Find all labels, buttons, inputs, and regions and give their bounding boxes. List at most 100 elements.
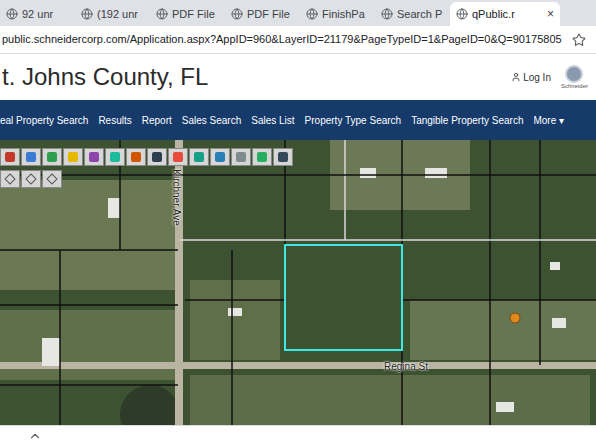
browser-tab[interactable]: qPublic.r × (450, 2, 560, 26)
nav-item[interactable]: Results (98, 113, 131, 128)
address-bar: public.schneidercorp.com/Application.asp… (0, 26, 596, 54)
street-label: Kirchner Ave (169, 169, 184, 226)
map-tool-button[interactable] (105, 148, 125, 166)
favicon-icon (81, 8, 93, 20)
address-field[interactable]: public.schneidercorp.com/Application.asp… (0, 31, 572, 48)
tab-close[interactable]: × (547, 5, 554, 23)
tool-icon (236, 152, 246, 162)
tool-icon (257, 152, 267, 162)
tool-icon (131, 152, 141, 162)
building (108, 198, 120, 218)
nav-item[interactable]: Tangible Property Search (411, 113, 523, 128)
tool-icon (25, 173, 36, 184)
logo-icon (565, 65, 583, 83)
browser-tab[interactable]: (192 unr (75, 2, 149, 26)
nav-item[interactable]: eal Property Search (0, 113, 88, 128)
tool-icon (26, 152, 36, 162)
building (360, 168, 376, 178)
bottom-bar (0, 425, 596, 446)
browser-tab[interactable]: PDF File (225, 2, 299, 26)
tool-icon (173, 152, 183, 162)
favicon-icon (381, 8, 393, 20)
tab-label: (192 unr (97, 6, 138, 23)
map-area: Kirchner Ave Regina St (0, 140, 596, 425)
favicon-icon (306, 8, 318, 20)
building (496, 402, 514, 412)
map-tool-button[interactable] (84, 148, 104, 166)
tool-icon (110, 152, 120, 162)
nav-item[interactable]: More ▾ (533, 113, 564, 128)
county-title: t. Johns County, FL (2, 59, 208, 95)
selected-parcel[interactable] (285, 245, 402, 350)
map-tool-button[interactable] (21, 148, 41, 166)
building (228, 308, 242, 316)
tool-icon (89, 152, 99, 162)
nav-item[interactable]: Sales Search (182, 113, 241, 128)
map-tool-button[interactable] (0, 148, 20, 166)
nav-item[interactable]: Sales List (251, 113, 294, 128)
parcel-line (0, 174, 596, 176)
map-tool-button[interactable] (210, 148, 230, 166)
building (552, 318, 566, 328)
map-tool-button[interactable] (21, 170, 41, 188)
parcel-line (344, 140, 346, 240)
map-tool-button[interactable] (42, 170, 62, 188)
street-label: Regina St (384, 359, 428, 374)
browser-tab[interactable]: PDF File (150, 2, 224, 26)
browser-tab[interactable]: FinishPa (300, 2, 374, 26)
site-header: t. Johns County, FL Log In Schneider (0, 54, 596, 100)
favicon-icon (156, 8, 168, 20)
browser-window: 92 unr (192 unr PDF File PDF File FinishPa Se… (0, 0, 596, 446)
schneider-logo: Schneider (561, 65, 588, 89)
map-tool-button[interactable] (273, 148, 293, 166)
map-tool-button[interactable] (189, 148, 209, 166)
nav-item[interactable]: Property Type Search (305, 113, 402, 128)
tool-icon (215, 152, 225, 162)
tab-label: qPublic.r (472, 6, 515, 23)
aerial-map[interactable] (0, 140, 596, 425)
favicon-icon (6, 8, 18, 20)
map-tool-button[interactable] (147, 148, 167, 166)
parcel-line (185, 299, 285, 301)
bookmark-star-icon[interactable] (572, 33, 586, 47)
building (550, 262, 560, 270)
tool-icon (278, 152, 288, 162)
map-toolbar (0, 148, 293, 188)
login-link[interactable]: Log In (511, 70, 551, 85)
parcel-line (0, 304, 178, 306)
parcel-line (0, 249, 178, 251)
tool-icon (68, 152, 78, 162)
tab-bar: 92 unr (192 unr PDF File PDF File FinishPa Se… (0, 0, 596, 26)
map-tool-button[interactable] (0, 170, 20, 188)
parcel-line (489, 140, 491, 425)
nav-item[interactable]: Report (142, 113, 172, 128)
tab-label: PDF File (247, 6, 290, 23)
tab-label: 92 unr (22, 6, 53, 23)
chevron-up-icon[interactable] (28, 429, 42, 443)
map-tool-button[interactable] (42, 148, 62, 166)
favicon-icon (231, 8, 243, 20)
tool-icon (46, 173, 57, 184)
browser-tab[interactable]: Search P (375, 2, 449, 26)
browser-tab[interactable]: 92 unr (0, 2, 74, 26)
nav-bar: eal Property Search Results Report Sales Se… (0, 100, 596, 140)
tool-icon (5, 152, 15, 162)
favicon-icon (456, 8, 468, 20)
tab-label: Search P (397, 6, 442, 23)
parcel-line (402, 299, 596, 301)
map-tool-button[interactable] (252, 148, 272, 166)
map-tool-button[interactable] (63, 148, 83, 166)
user-icon (511, 72, 521, 82)
parcel-line (0, 384, 178, 386)
tab-label: PDF File (172, 6, 215, 23)
parcel-line (539, 140, 541, 365)
map-tool-button[interactable] (126, 148, 146, 166)
map-tool-button[interactable] (231, 148, 251, 166)
building (425, 168, 447, 178)
building (42, 338, 60, 366)
tool-icon (194, 152, 204, 162)
parcel-line (59, 250, 61, 425)
tool-icon (152, 152, 162, 162)
map-tool-button[interactable] (168, 148, 188, 166)
marker-icon[interactable] (510, 313, 520, 323)
